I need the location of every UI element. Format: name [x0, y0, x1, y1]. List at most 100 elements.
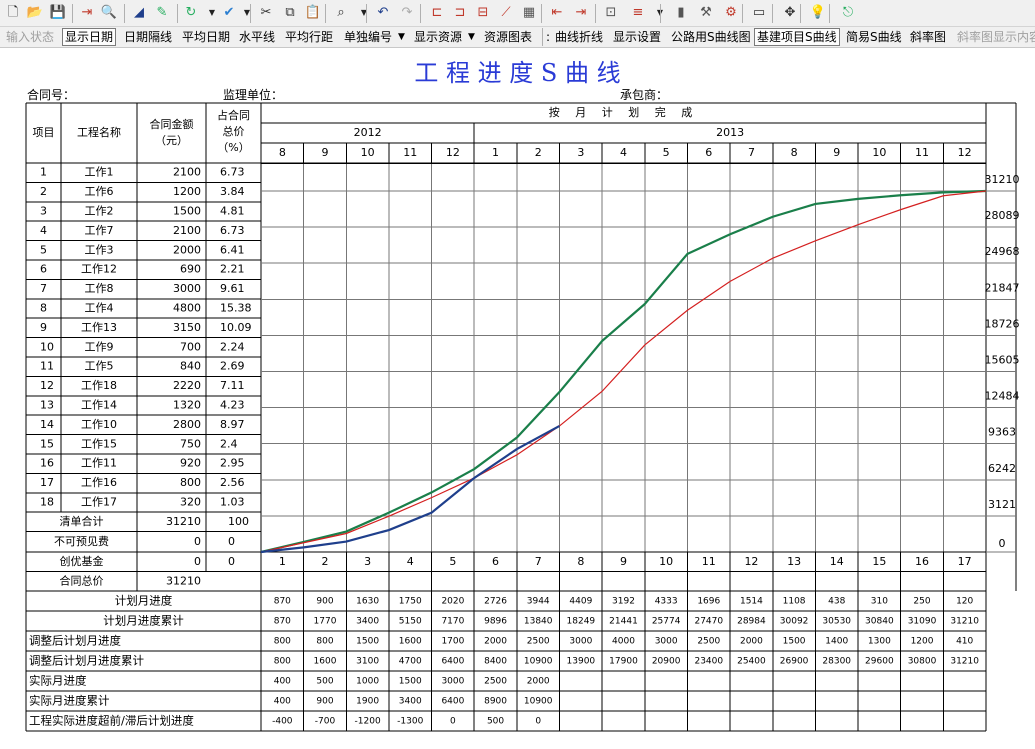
- period-number: 16: [915, 555, 929, 568]
- row-value: 1000: [356, 677, 379, 687]
- month-label: 11: [915, 146, 929, 159]
- y-tick-label: 15605: [985, 354, 1020, 367]
- row-value: 2726: [484, 597, 507, 607]
- row-value: 30840: [865, 617, 894, 627]
- item-no: 9: [40, 321, 47, 334]
- summary-amount: 0: [194, 555, 201, 568]
- summary-label: 不可预见费: [54, 535, 109, 548]
- row-value: 31210: [950, 617, 979, 627]
- item-no: 4: [40, 224, 47, 237]
- year-label: 2013: [716, 126, 744, 139]
- row-value: 1300: [868, 637, 891, 647]
- summary-amount: 31210: [166, 515, 201, 528]
- item-no: 18: [40, 496, 54, 509]
- row-value: 3400: [356, 617, 379, 627]
- row-label: 计划月进度: [115, 594, 173, 608]
- item-pct: 2.56: [220, 476, 245, 489]
- row-value: 6400: [441, 697, 464, 707]
- row-value: 410: [956, 637, 973, 647]
- y-tick-label: 6242: [988, 462, 1016, 475]
- row-value: 30092: [780, 617, 809, 627]
- row-value: 1500: [783, 637, 806, 647]
- item-amount: 800: [180, 476, 201, 489]
- month-label: 8: [279, 146, 286, 159]
- y-tick-label: 9363: [988, 426, 1016, 439]
- row-value: 3000: [569, 637, 592, 647]
- row-value: 800: [274, 657, 291, 667]
- row-value: 870: [274, 597, 291, 607]
- period-number: 5: [449, 555, 456, 568]
- item-amount: 700: [180, 340, 201, 353]
- row-value: 30800: [908, 657, 937, 667]
- row-value: 0: [535, 717, 541, 727]
- item-amount: 750: [180, 437, 201, 450]
- row-value: 1600: [399, 637, 422, 647]
- item-pct: 6.73: [220, 224, 245, 237]
- row-value: 20900: [652, 657, 681, 667]
- item-amount: 320: [180, 496, 201, 509]
- row-value: 870: [274, 617, 291, 627]
- y-tick-label: 18726: [985, 317, 1020, 330]
- row-value: 13900: [567, 657, 596, 667]
- row-label: 调整后计划月进度累计: [29, 654, 144, 668]
- item-amount: 1500: [173, 205, 201, 218]
- item-amount: 2220: [173, 379, 201, 392]
- month-label: 10: [361, 146, 375, 159]
- item-pct: 2.4: [220, 437, 238, 450]
- row-value: 400: [274, 697, 291, 707]
- row-value: 9896: [484, 617, 507, 627]
- row-value: 800: [316, 637, 333, 647]
- row-value: 1696: [697, 597, 720, 607]
- period-number: 9: [620, 555, 627, 568]
- row-value: 5150: [399, 617, 422, 627]
- row-value: 500: [316, 677, 333, 687]
- y-tick-label: 0: [999, 537, 1006, 550]
- item-amount: 3150: [173, 321, 201, 334]
- header-item: 项目: [33, 126, 55, 139]
- row-value: -1300: [397, 717, 423, 727]
- period-number: 13: [787, 555, 801, 568]
- item-name: 工作14: [81, 399, 117, 412]
- row-value: 1630: [356, 597, 379, 607]
- row-value: -400: [272, 717, 293, 727]
- row-value: 10900: [524, 657, 553, 667]
- item-pct: 7.11: [220, 379, 245, 392]
- item-no: 13: [40, 399, 54, 412]
- row-value: 8900: [484, 697, 507, 707]
- y-tick-label: 12484: [985, 390, 1020, 403]
- header-pct-unit: （%）: [217, 141, 249, 154]
- row-value: 25774: [652, 617, 681, 627]
- month-label: 6: [705, 146, 712, 159]
- row-value: 2000: [740, 637, 763, 647]
- row-value: 1750: [399, 597, 422, 607]
- item-name: 工作5: [85, 360, 114, 373]
- item-amount: 920: [180, 457, 201, 470]
- row-label: 实际月进度: [29, 674, 87, 688]
- row-value: 310: [871, 597, 888, 607]
- item-pct: 9.61: [220, 282, 245, 295]
- row-value: 21441: [609, 617, 638, 627]
- summary-label: 创优基金: [60, 554, 104, 568]
- item-amount: 2100: [173, 166, 201, 179]
- item-no: 3: [40, 205, 47, 218]
- row-value: 1900: [356, 697, 379, 707]
- item-amount: 2000: [173, 243, 201, 256]
- row-value: 4409: [569, 597, 592, 607]
- row-value: 1400: [825, 637, 848, 647]
- item-amount: 840: [180, 360, 201, 373]
- summary-amount: 31210: [166, 574, 201, 587]
- item-pct: 4.23: [220, 399, 245, 412]
- row-value: 30530: [822, 617, 851, 627]
- row-value: 250: [913, 597, 930, 607]
- row-value: 3000: [655, 637, 678, 647]
- row-value: 26900: [780, 657, 809, 667]
- row-value: 900: [316, 697, 333, 707]
- item-no: 5: [40, 243, 47, 256]
- header-amount-unit: （元）: [155, 134, 188, 147]
- month-label: 10: [872, 146, 886, 159]
- y-tick-label: 3121: [988, 498, 1016, 511]
- summary-label: 清单合计: [60, 514, 104, 528]
- row-value: 28300: [822, 657, 851, 667]
- month-label: 9: [321, 146, 328, 159]
- item-pct: 15.38: [220, 302, 252, 315]
